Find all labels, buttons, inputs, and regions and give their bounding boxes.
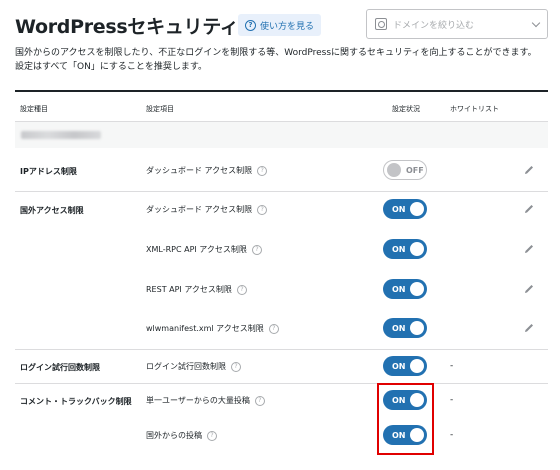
setting-item-label: XML-RPC API アクセス制限 (146, 245, 247, 254)
toggle-knob (410, 242, 424, 256)
setting-item: REST API アクセス制限 ? (146, 284, 247, 295)
col-header-item: 設定項目 (146, 105, 174, 113)
col-header-status: 設定状況 (392, 105, 420, 113)
edit-icon[interactable] (523, 203, 535, 215)
table-header: 設定種目 設定項目 設定状況 ホワイトリスト (15, 90, 548, 122)
toggle-knob (387, 163, 401, 177)
setting-item-label: ダッシュボード アクセス制限 (146, 166, 253, 175)
help-icon[interactable]: ? (236, 284, 247, 295)
help-icon[interactable]: ? (257, 204, 268, 215)
setting-item: XML-RPC API アクセス制限 ? (146, 244, 262, 255)
help-icon[interactable]: ? (254, 395, 265, 406)
edit-icon[interactable] (523, 164, 535, 176)
toggle-label: ON (392, 284, 406, 294)
question-icon: ? (245, 19, 256, 31)
help-icon[interactable]: ? (257, 165, 268, 176)
toggle-switch[interactable]: ON (383, 239, 427, 259)
toggle-switch[interactable]: ON (383, 279, 427, 299)
setting-item-label: wlwmanifest.xml アクセス制限 (146, 324, 264, 333)
setting-item: ログイン試行回数制限 ? (146, 361, 241, 372)
whitelist-value: - (450, 395, 454, 405)
setting-item: 国外からの投稿 ? (146, 430, 217, 441)
toggle-knob (410, 202, 424, 216)
toggle-label: ON (392, 204, 406, 214)
col-header-whitelist: ホワイトリスト (450, 105, 499, 113)
chevron-down-icon (531, 18, 541, 27)
page-title: WordPressセキュリティ設定 (15, 16, 276, 38)
setting-item-label: ログイン試行回数制限 (146, 362, 226, 371)
setting-item: 単一ユーザーからの大量投稿 ? (146, 395, 265, 406)
highlight-box (377, 383, 434, 455)
toggle-knob (410, 321, 424, 335)
row-divider (15, 349, 548, 350)
col-header-group: 設定種目 (20, 105, 48, 113)
description-line: 国外からのアクセスを制限したり、不正なログインを制限する等、WordPressに… (15, 48, 537, 58)
edit-icon[interactable] (523, 243, 535, 255)
edit-icon[interactable] (523, 283, 535, 295)
toggle-switch[interactable]: ON (383, 318, 427, 338)
setting-item-label: REST API アクセス制限 (146, 285, 232, 294)
setting-item-label: 国外からの投稿 (146, 431, 202, 440)
toggle-switch[interactable]: ON (383, 356, 427, 376)
toggle-label: ON (392, 361, 406, 371)
toggle-label: ON (392, 323, 406, 333)
setting-item-label: 単一ユーザーからの大量投稿 (146, 396, 250, 405)
domain-filter-icon (375, 18, 387, 30)
group-label-login: ログイン試行回数制限 (20, 363, 100, 372)
help-icon[interactable]: ? (268, 323, 279, 334)
row-divider (15, 383, 548, 384)
domain-filter-placeholder: ドメインを絞り込む (393, 20, 475, 31)
domain-filter-select[interactable]: ドメインを絞り込む (366, 9, 548, 39)
group-label-comment: コメント・トラックバック制限 (20, 397, 132, 406)
blurred-domain-name (21, 131, 101, 139)
setting-item: wlwmanifest.xml アクセス制限 ? (146, 323, 279, 334)
description: 国外からのアクセスを制限したり、不正なログインを制限する等、WordPressに… (15, 46, 555, 74)
setting-item-label: ダッシュボード アクセス制限 (146, 205, 253, 214)
toggle-label: ON (392, 244, 406, 254)
whitelist-value: - (450, 361, 454, 371)
row-divider (15, 191, 548, 192)
howto-label: 使い方を見る (260, 21, 315, 32)
setting-item: ダッシュボード アクセス制限 ? (146, 165, 268, 176)
toggle-switch[interactable]: ON (383, 199, 427, 219)
domain-row (15, 122, 548, 148)
toggle-knob (410, 359, 424, 373)
group-label-ip: IPアドレス制限 (20, 167, 77, 176)
edit-icon[interactable] (523, 322, 535, 334)
howto-button[interactable]: ? 使い方を見る (238, 14, 322, 36)
help-icon[interactable]: ? (231, 361, 241, 372)
toggle-switch[interactable]: OFF (383, 160, 427, 180)
toggle-label: OFF (406, 165, 424, 175)
toggle-knob (410, 282, 424, 296)
description-line: 設定はすべて「ON」にすることを推奨します。 (15, 62, 208, 72)
help-icon[interactable]: ? (207, 430, 217, 441)
help-icon[interactable]: ? (251, 244, 262, 255)
setting-item: ダッシュボード アクセス制限 ? (146, 204, 268, 215)
group-label-foreign: 国外アクセス制限 (20, 206, 84, 215)
whitelist-value: - (450, 430, 454, 440)
